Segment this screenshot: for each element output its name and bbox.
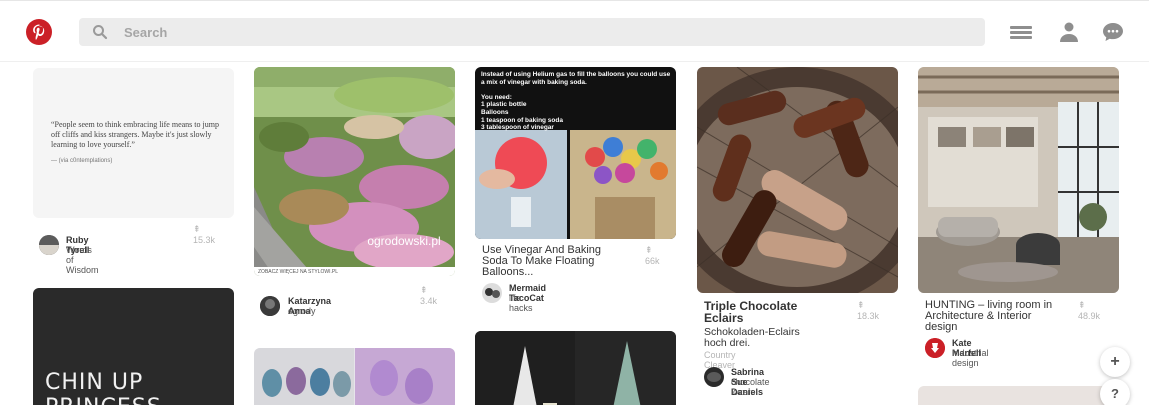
image-overlay-text: Instead of using Helium gas to fill the … (481, 71, 671, 132)
pin-title[interactable]: Triple Chocolate Eclairs (704, 300, 814, 324)
pin-image[interactable]: “People seem to think embracing life mea… (33, 68, 234, 218)
search-icon (93, 25, 108, 40)
pin-board[interactable]: ogrody (288, 306, 316, 316)
save-count: ⇞ 48.9k (1078, 300, 1101, 321)
pin-image[interactable] (918, 386, 1119, 405)
pin-title[interactable]: HUNTING – living room in Architecture & … (925, 300, 1055, 333)
pin-board[interactable]: life hacks (509, 293, 533, 313)
pin-board[interactable]: chocolate lovers (731, 377, 770, 397)
avatar[interactable] (260, 296, 280, 316)
help-button[interactable]: ? (1100, 379, 1130, 405)
pin-image[interactable] (697, 67, 898, 293)
top-bar: Search (0, 0, 1149, 62)
search-placeholder: Search (124, 25, 168, 40)
pin-image[interactable]: Instead of using Helium gas to fill the … (475, 67, 676, 239)
pin-image[interactable] (918, 67, 1119, 293)
quote-attribution: — (via c0ntemplations) (51, 158, 113, 164)
avatar[interactable] (925, 338, 945, 358)
save-count: ⇞ 18.3k (857, 300, 880, 321)
image-watermark: ogrodowski.pl (367, 234, 440, 248)
pinterest-logo-icon[interactable] (26, 19, 52, 45)
quote-text: “People seem to think embracing life mea… (51, 120, 219, 149)
image-caption: ZOBACZ WIĘCEJ NA STYLOWI.PL (258, 269, 338, 275)
hamburger-menu-icon[interactable] (1009, 21, 1033, 43)
save-count: ⇞ 15.3k (193, 224, 216, 245)
avatar[interactable] (704, 367, 724, 387)
pin-board[interactable]: Words of Wisdom (66, 245, 99, 275)
pin-title[interactable]: Use Vinegar And Baking Soda To Make Floa… (482, 245, 612, 278)
avatar[interactable] (39, 235, 59, 255)
pin-image[interactable]: CHIN UP PRINCESS (33, 288, 234, 405)
avatar[interactable] (482, 283, 502, 303)
chat-bubble-icon[interactable] (1101, 21, 1125, 43)
pin-image[interactable]: ogrodowski.pl ZOBACZ WIĘCEJ NA STYLOWI.P… (254, 67, 455, 276)
pin-image[interactable] (254, 348, 455, 405)
pin-description: Schokoladen-Eclairs hoch drei. (704, 326, 800, 349)
pin-board[interactable]: Industrial design (952, 348, 989, 368)
search-input[interactable]: Search (79, 18, 985, 46)
chalkboard-text: CHIN UP PRINCESS (45, 370, 161, 405)
save-count: ⇞ 66k (645, 245, 660, 266)
save-count: ⇞ 3.4k (420, 285, 438, 306)
person-icon[interactable] (1057, 21, 1081, 43)
add-pin-button[interactable]: + (1100, 347, 1130, 377)
pin-image[interactable] (475, 331, 676, 405)
